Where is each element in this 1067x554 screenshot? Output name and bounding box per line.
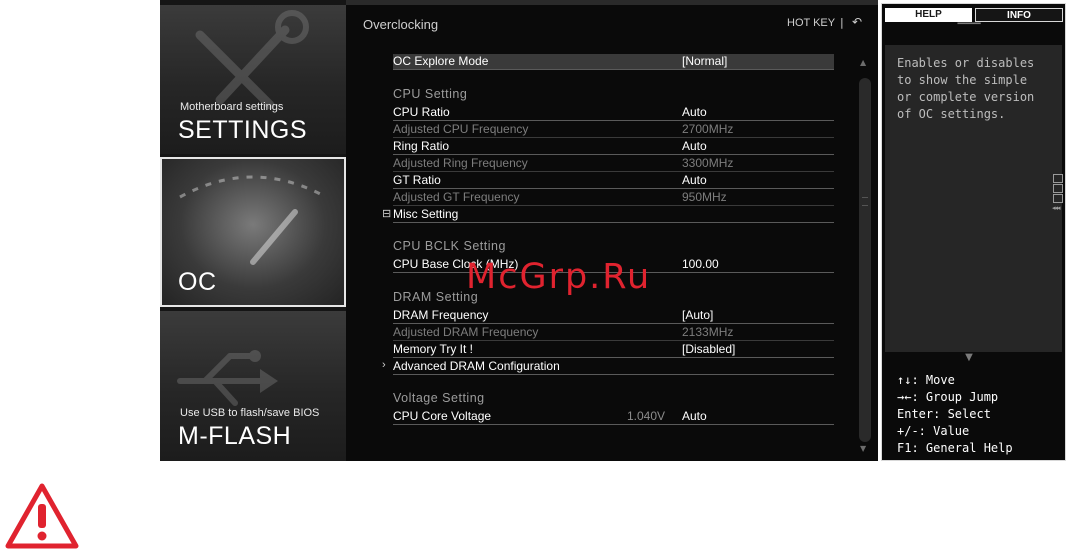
row-label: DRAM Frequency <box>393 308 489 322</box>
row-label: CPU Core Voltage <box>393 409 492 423</box>
help-panel: HELP INFO ▔▔▔ Enables or disables to sho… <box>881 3 1066 461</box>
tab-info[interactable]: INFO <box>975 8 1063 22</box>
nav-settings-subtitle: Motherboard settings <box>180 101 284 113</box>
collapse-icon[interactable]: ⊟ <box>382 207 391 220</box>
row-value: [Auto] <box>682 308 714 322</box>
hotkey-button[interactable]: HOT KEY <box>787 17 835 29</box>
row-value: 100.00 <box>682 257 719 271</box>
row-advanced-dram-configuration[interactable]: › Advanced DRAM Configuration <box>382 359 834 375</box>
row-label: GT Ratio <box>393 173 441 187</box>
nav-oc[interactable]: OC <box>160 157 346 307</box>
resize-handle-top[interactable]: ▔▔▔ <box>956 24 982 35</box>
row-label: Adjusted CPU Frequency <box>393 122 529 136</box>
nav-mflash-subtitle: Use USB to flash/save BIOS <box>180 407 320 419</box>
nav-mflash[interactable]: Use USB to flash/save BIOS M-FLASH <box>160 311 346 461</box>
row-cpu-core-voltage[interactable]: CPU Core Voltage 1.040V Auto <box>393 409 834 425</box>
row-dram-frequency[interactable]: DRAM Frequency [Auto] <box>393 308 834 324</box>
row-label: Adjusted Ring Frequency <box>393 156 528 170</box>
nav-oc-title: OC <box>178 268 217 296</box>
row-label: CPU Ratio <box>393 105 450 119</box>
row-misc-setting[interactable]: ⊟ Misc Setting <box>382 207 834 223</box>
row-adjusted-gt-frequency: Adjusted GT Frequency 950MHz <box>393 190 834 206</box>
row-value: [Normal] <box>682 54 728 68</box>
scrollbar-thumb[interactable] <box>859 78 871 442</box>
row-label: Memory Try It ! <box>393 342 474 356</box>
row-memory-try-it[interactable]: Memory Try It ! [Disabled] <box>393 342 834 358</box>
left-nav: Motherboard settings SETTINGS OC Use USB… <box>160 0 346 461</box>
row-label: Adjusted DRAM Frequency <box>393 325 539 339</box>
hotkey-separator: | <box>840 16 844 29</box>
row-adjusted-dram-frequency: Adjusted DRAM Frequency 2133MHz <box>393 325 834 341</box>
nav-settings[interactable]: Motherboard settings SETTINGS <box>160 5 346 154</box>
row-label: Advanced DRAM Configuration <box>393 359 560 373</box>
collapse-arrows-icon[interactable]: ◂◂◂ <box>1052 204 1060 212</box>
section-cpu-bclk-setting: CPU BCLK Setting <box>393 239 506 253</box>
row-label: Ring Ratio <box>393 139 450 153</box>
row-oc-explore-mode[interactable]: OC Explore Mode [Normal] <box>393 54 834 70</box>
row-value: Auto <box>682 409 707 423</box>
top-strip <box>346 0 878 5</box>
chevron-right-icon: › <box>382 359 386 371</box>
key-help-item: ↑↓: Move <box>897 373 955 387</box>
watermark: McGrp.Ru <box>466 257 652 297</box>
row-value: 2700MHz <box>682 122 734 136</box>
key-help-list: ↑↓: Move →←: Group Jump Enter: Select +/… <box>897 372 1013 457</box>
row-value: 2133MHz <box>682 325 734 339</box>
side-view-icons[interactable] <box>1053 174 1063 204</box>
nav-mflash-title: M-FLASH <box>178 422 292 450</box>
row-value: 950MHz <box>682 190 727 204</box>
row-value: 3300MHz <box>682 156 734 170</box>
scrollbar-grip <box>862 197 868 206</box>
section-voltage-setting: Voltage Setting <box>393 391 485 405</box>
scroll-down-icon[interactable]: ▼ <box>860 444 866 453</box>
tab-help[interactable]: HELP <box>885 8 972 22</box>
row-label: Adjusted GT Frequency <box>393 190 520 204</box>
key-help-item: F1: General Help <box>897 441 1013 455</box>
key-help-item: +/-: Value <box>897 424 970 438</box>
row-value: Auto <box>682 105 707 119</box>
back-icon[interactable]: ↶ <box>852 15 862 29</box>
scroll-up-icon[interactable]: ▲ <box>860 58 866 67</box>
row-adjusted-cpu-frequency: Adjusted CPU Frequency 2700MHz <box>393 122 834 138</box>
row-value: Auto <box>682 173 707 187</box>
main-panel: Overclocking HOT KEY | ↶ OC Explore Mode… <box>346 0 878 461</box>
page-title: Overclocking <box>363 17 439 32</box>
nav-settings-title: SETTINGS <box>178 116 308 144</box>
row-adjusted-ring-frequency: Adjusted Ring Frequency 3300MHz <box>393 156 834 172</box>
warning-icon <box>5 483 79 549</box>
resize-handle-bottom[interactable]: ▼ <box>956 352 982 363</box>
key-help-item: Enter: Select <box>897 407 991 421</box>
key-help-item: →←: Group Jump <box>897 390 999 404</box>
help-text: Enables or disables to show the simple o… <box>897 56 1035 121</box>
row-value: Auto <box>682 139 707 153</box>
row-gt-ratio[interactable]: GT Ratio Auto <box>393 173 834 189</box>
section-cpu-setting: CPU Setting <box>393 87 468 101</box>
row-ring-ratio[interactable]: Ring Ratio Auto <box>393 139 834 155</box>
row-label: Misc Setting <box>393 207 459 221</box>
row-current-value: 1.040V <box>627 409 666 423</box>
row-value: [Disabled] <box>682 342 736 356</box>
row-label: OC Explore Mode <box>393 54 489 68</box>
row-cpu-ratio[interactable]: CPU Ratio Auto <box>393 105 834 121</box>
